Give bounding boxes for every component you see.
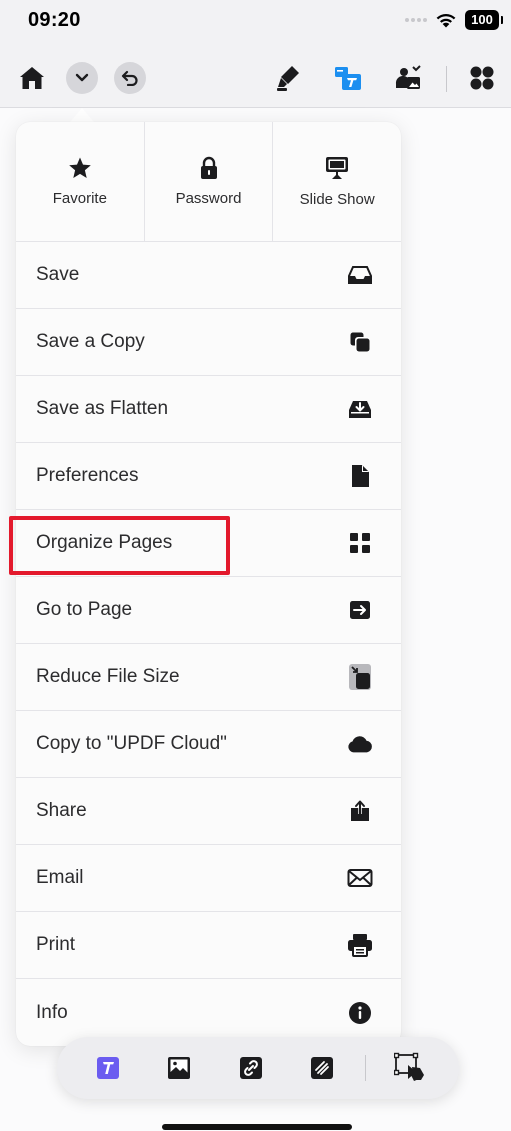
select-tool-icon [394, 1052, 424, 1081]
text-tool-icon [97, 1057, 119, 1079]
link-tool-icon [240, 1057, 262, 1079]
menu-item-go-to-page[interactable]: Go to Page [16, 577, 401, 644]
image-tool-button[interactable] [165, 1054, 193, 1082]
text-edit-icon [335, 67, 361, 90]
wifi-icon [436, 13, 456, 28]
link-tool-button[interactable] [237, 1054, 265, 1082]
toolbar-divider [446, 66, 447, 92]
quick-actions: Favorite Password Slide Show [16, 122, 401, 242]
status-time: 09:20 [28, 9, 81, 31]
text-tool-button[interactable] [94, 1054, 122, 1082]
arrow-right-box-icon [347, 597, 373, 623]
menu-item-label: Save as Flatten [36, 398, 169, 419]
crop-tool-icon [311, 1057, 333, 1079]
menu-item-label: Email [36, 867, 84, 888]
favorite-label: Favorite [52, 190, 107, 207]
menu-item-share[interactable]: Share [16, 778, 401, 845]
four-squares-icon [347, 530, 373, 556]
star-icon [69, 157, 91, 178]
edit-text-button[interactable] [332, 62, 364, 94]
download-tray-icon [347, 396, 373, 422]
menu-item-label: Copy to "UPDF Cloud" [36, 733, 227, 754]
cloud-icon [347, 731, 373, 757]
highlighter-button[interactable] [272, 62, 304, 94]
menu-item-label: Info [36, 1001, 68, 1023]
image-tool-icon [168, 1057, 190, 1079]
undo-icon [121, 70, 138, 86]
highlighter-icon [277, 66, 299, 91]
menu-item-print[interactable]: Print [16, 912, 401, 979]
slide-show-button[interactable]: Slide Show [273, 122, 401, 241]
monitor-icon [326, 157, 349, 179]
menu-item-label: Preferences [36, 465, 139, 486]
slide-show-label: Slide Show [299, 191, 375, 208]
favorite-button[interactable]: Favorite [16, 122, 145, 241]
bottom-edit-toolbar [57, 1037, 459, 1099]
menu-item-label: Reduce File Size [36, 666, 180, 687]
menu-item-save-a-copy[interactable]: Save a Copy [16, 309, 401, 376]
menu-item-label: Go to Page [36, 599, 133, 620]
home-icon [20, 67, 44, 89]
status-indicators: 100 [405, 10, 503, 30]
highlight-annotation [9, 516, 230, 575]
menu-item-email[interactable]: Email [16, 845, 401, 912]
menu-pointer [70, 108, 94, 122]
share-icon [347, 798, 373, 824]
envelope-icon [347, 865, 373, 891]
more-tools-button[interactable] [466, 62, 498, 94]
chevron-down-icon [75, 73, 89, 82]
password-button[interactable]: Password [145, 122, 274, 241]
bottom-toolbar-divider [365, 1055, 366, 1081]
document-icon [347, 463, 373, 489]
menu-item-label: Save a Copy [36, 331, 145, 352]
crop-tool-button[interactable] [308, 1054, 336, 1082]
cellular-signal-icon [405, 18, 427, 22]
grid-icon [470, 66, 494, 90]
menu-item-info[interactable]: Info [16, 979, 401, 1046]
select-tool-button[interactable] [394, 1051, 426, 1083]
image-edit-icon [395, 65, 421, 89]
menu-item-copy-to-cloud[interactable]: Copy to "UPDF Cloud" [16, 711, 401, 778]
battery-indicator: 100 [465, 10, 503, 30]
menu-item-label: Share [36, 800, 87, 821]
home-button[interactable] [16, 62, 48, 94]
menu-item-save-as-flatten[interactable]: Save as Flatten [16, 376, 401, 443]
menu-item-preferences[interactable]: Preferences [16, 443, 401, 510]
menu-item-reduce-file-size[interactable]: Reduce File Size [16, 644, 401, 711]
copy-icon [347, 329, 373, 355]
undo-button[interactable] [114, 62, 146, 94]
menu-item-label: Print [36, 934, 76, 955]
tray-icon [347, 262, 373, 288]
status-bar: 09:20 100 [0, 0, 511, 42]
edit-image-button[interactable] [392, 62, 424, 94]
top-toolbar [0, 52, 511, 108]
compress-icon [347, 664, 373, 690]
menu-item-save[interactable]: Save [16, 242, 401, 309]
password-label: Password [175, 190, 242, 207]
document-menu: Favorite Password Slide Show Save Save a… [16, 122, 401, 1046]
printer-icon [347, 932, 373, 958]
info-icon [347, 1000, 373, 1026]
collapse-menu-button[interactable] [66, 62, 98, 94]
lock-icon [200, 156, 217, 179]
menu-item-label: Save [36, 264, 80, 285]
home-indicator[interactable] [162, 1124, 352, 1130]
